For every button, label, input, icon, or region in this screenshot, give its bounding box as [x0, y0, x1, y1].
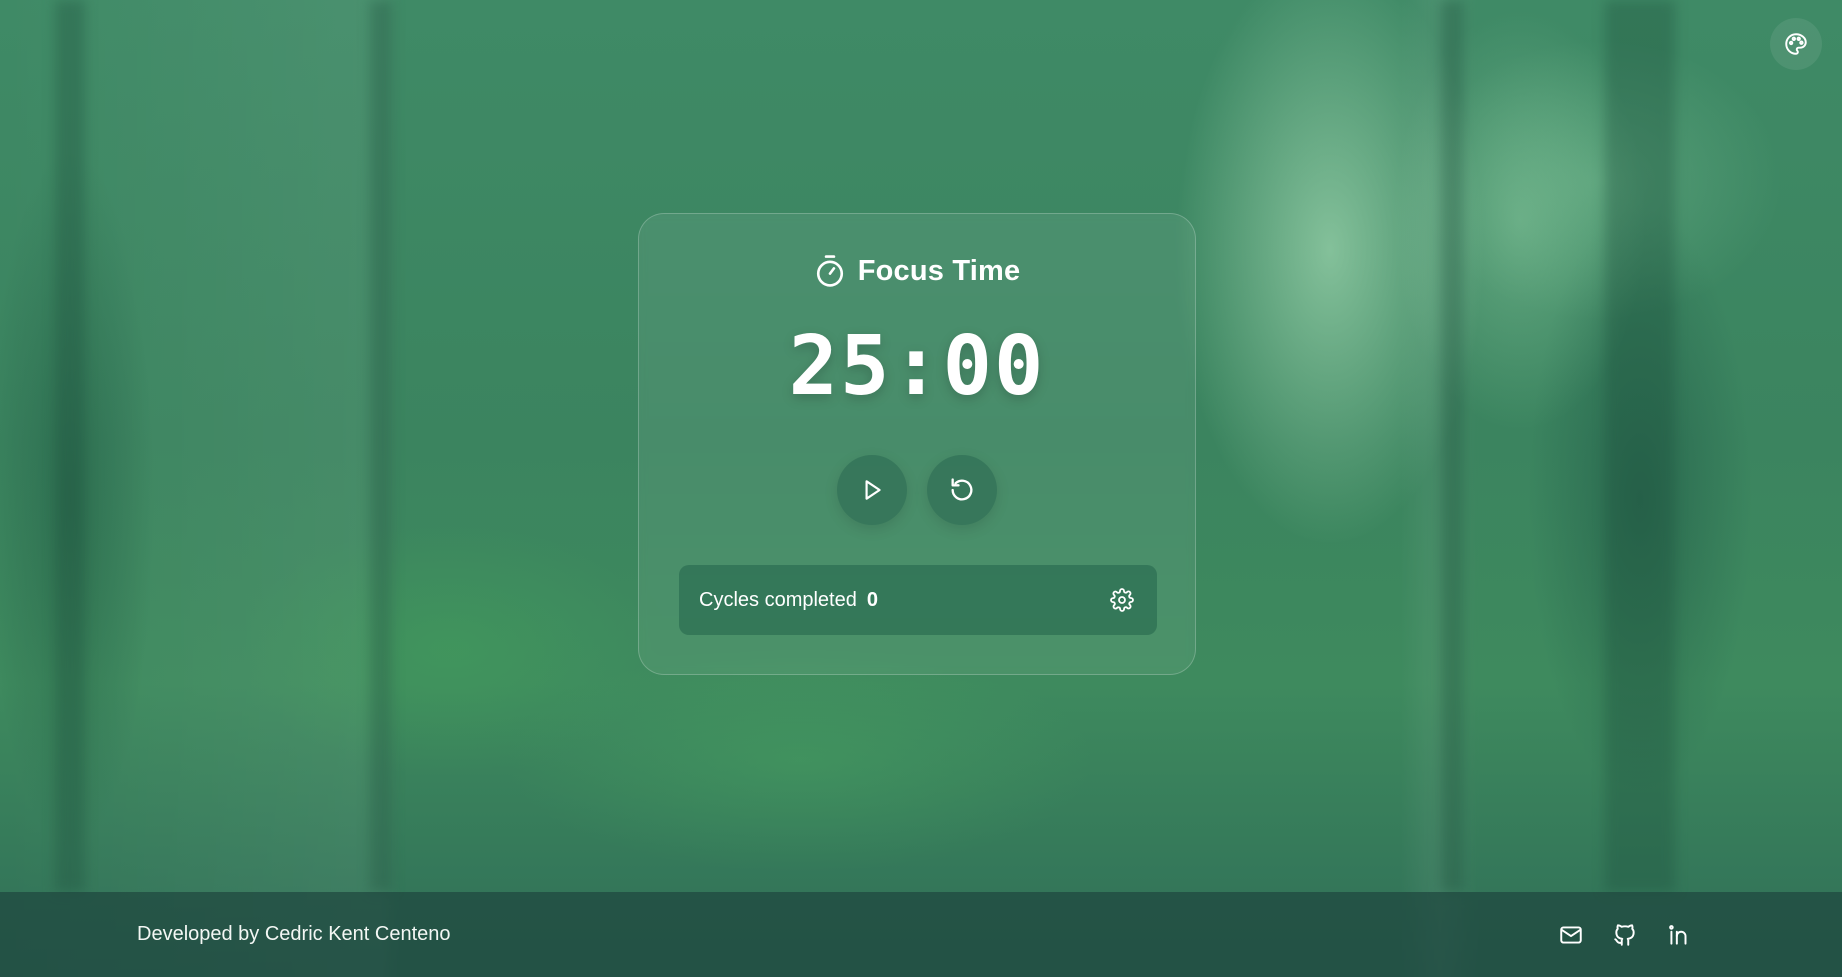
- timer-display: 25:00: [788, 319, 1046, 414]
- linkedin-icon: [1669, 924, 1687, 945]
- palette-icon: [1785, 33, 1807, 55]
- cycles-label: Cycles completed: [699, 588, 857, 611]
- cycles-panel: Cycles completed 0: [679, 565, 1157, 635]
- reset-button[interactable]: [927, 455, 997, 525]
- developer-credit: Developed by Cedric Kent Centeno: [137, 923, 451, 945]
- footer: Developed by Cedric Kent Centeno: [0, 892, 1842, 977]
- gear-icon: [1110, 588, 1134, 612]
- github-icon: [1614, 923, 1635, 946]
- background-tree-trunk: [55, 0, 85, 892]
- email-link[interactable]: [1557, 921, 1585, 949]
- start-button[interactable]: [837, 455, 907, 525]
- linkedin-link[interactable]: [1665, 921, 1693, 949]
- timer-controls: [639, 455, 1195, 525]
- mail-icon: [1560, 925, 1582, 944]
- timer-mode-title: Focus Time: [857, 254, 1021, 287]
- footer-social-links: [1557, 892, 1693, 977]
- stopwatch-icon: [816, 255, 843, 287]
- play-icon: [865, 480, 881, 500]
- reset-icon: [951, 478, 973, 501]
- background-tree-trunk: [1605, 0, 1675, 892]
- settings-button[interactable]: [1107, 585, 1137, 615]
- background-tree-trunk: [370, 0, 392, 892]
- background-tree-trunk: [1440, 0, 1464, 892]
- timer-header: Focus Time: [639, 254, 1195, 288]
- cycles-count: 0: [866, 588, 878, 611]
- theme-palette-button[interactable]: [1770, 18, 1822, 70]
- timer-card: Focus Time 25:00 Cycles completed 0: [638, 213, 1196, 675]
- github-link[interactable]: [1611, 921, 1639, 949]
